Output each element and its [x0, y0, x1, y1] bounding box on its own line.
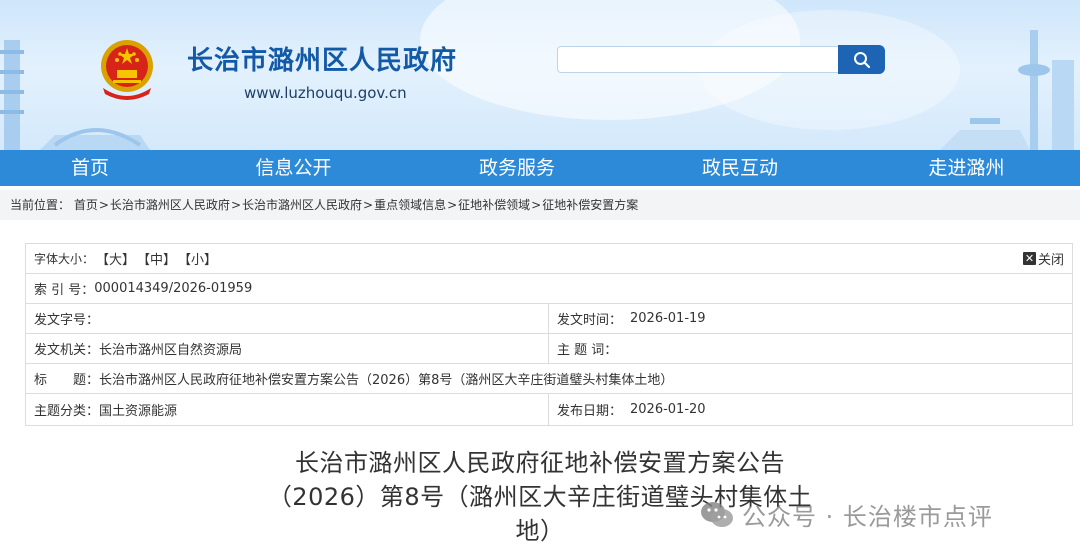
- watermark-text: 公众号 · 长治楼市点评: [742, 503, 993, 531]
- breadcrumb-separator: >: [230, 198, 241, 212]
- nav-item-government-services[interactable]: 政务服务: [407, 150, 627, 186]
- wechat-icon: [701, 501, 733, 527]
- info-row-index: 索 引 号： 000014349/2026-01959: [26, 274, 1072, 304]
- info-row-category: 主题分类： 国土资源能源 发布日期： 2026-01-20: [26, 394, 1072, 425]
- index-value: 000014349/2026-01959: [94, 281, 253, 296]
- close-label: 关闭: [1037, 253, 1064, 268]
- publish-date-label: 发布日期：: [557, 404, 623, 419]
- nav-item-about-luzhou[interactable]: 走进潞州: [853, 150, 1080, 186]
- info-row-doc-no: 发文字号： 发文时间： 2026-01-19: [26, 304, 1072, 334]
- article-title-line: 长治市潞州区人民政府征地补偿安置方案公告: [295, 449, 785, 477]
- nav-item-info-disclosure[interactable]: 信息公开: [180, 150, 407, 186]
- search-icon: [853, 51, 870, 68]
- site-url: www.luzhouqu.gov.cn: [244, 84, 407, 102]
- search-button[interactable]: [838, 45, 885, 74]
- breadcrumb-item[interactable]: 重点领域信息: [374, 198, 446, 212]
- category-label: 主题分类：: [34, 404, 100, 419]
- issue-time-label: 发文时间：: [557, 313, 623, 328]
- breadcrumb-separator: >: [531, 198, 542, 212]
- close-icon: ✕: [1022, 252, 1036, 265]
- breadcrumb-separator: >: [98, 198, 109, 212]
- breadcrumb-prefix: 当前位置：: [10, 198, 71, 212]
- font-large-button[interactable]: 【大】: [96, 249, 135, 268]
- font-size-label: 字体大小：: [34, 252, 95, 266]
- title-value: 长治市潞州区人民政府征地补偿安置方案公告（2026）第8号（潞州区大辛庄街道璧头…: [99, 373, 674, 388]
- issuer-label: 发文机关：: [34, 343, 100, 358]
- breadcrumb-separator: >: [363, 198, 374, 212]
- national-emblem-icon: [101, 40, 153, 100]
- main-nav: 首页 信息公开 政务服务 政民互动 走进潞州: [0, 150, 1080, 186]
- doc-number-label: 发文字号：: [34, 313, 100, 328]
- title-label: 标 题：: [34, 373, 100, 388]
- breadcrumb-item-home[interactable]: 首页: [74, 198, 98, 212]
- info-row-title: 标 题： 长治市潞州区人民政府征地补偿安置方案公告（2026）第8号（潞州区大辛…: [26, 364, 1072, 394]
- breadcrumb-item[interactable]: 长治市潞州区人民政府: [110, 198, 230, 212]
- city-skyline-right: [940, 30, 1074, 150]
- breadcrumb-item-current[interactable]: 征地补偿安置方案: [542, 198, 638, 212]
- font-small-button[interactable]: 【小】: [178, 249, 217, 268]
- document-info-table: 字体大小： 【大】 【中】 【小】 ✕ 关闭 索 引 号： 000014349/…: [25, 243, 1073, 426]
- breadcrumb: 当前位置： 首页>长治市潞州区人民政府>长治市潞州区人民政府>重点领域信息>征地…: [0, 190, 1080, 220]
- index-label: 索 引 号：: [34, 283, 95, 298]
- font-size-row: 字体大小： 【大】 【中】 【小】 ✕ 关闭: [26, 244, 1072, 274]
- breadcrumb-item[interactable]: 征地补偿领域: [458, 198, 530, 212]
- category-value: 国土资源能源: [99, 404, 178, 419]
- site-header: 长治市潞州区人民政府 www.luzhouqu.gov.cn: [0, 0, 1080, 150]
- search-input[interactable]: [557, 46, 839, 73]
- breadcrumb-item[interactable]: 长治市潞州区人民政府: [242, 198, 362, 212]
- publish-date-value: 2026-01-20: [630, 402, 706, 417]
- subject-words-label: 主 题 词：: [557, 343, 618, 358]
- breadcrumb-separator: >: [447, 198, 458, 212]
- info-row-issuer: 发文机关： 长治市潞州区自然资源局 主 题 词：: [26, 334, 1072, 364]
- nav-item-public-interaction[interactable]: 政民互动: [627, 150, 853, 186]
- issuer-value: 长治市潞州区自然资源局: [99, 343, 243, 358]
- close-button[interactable]: ✕ 关闭: [1022, 249, 1064, 268]
- nav-item-home[interactable]: 首页: [0, 150, 180, 186]
- wechat-watermark: 公众号 · 长治楼市点评: [700, 497, 993, 532]
- issue-time-value: 2026-01-19: [630, 311, 706, 326]
- site-title[interactable]: 长治市潞州区人民政府: [187, 40, 457, 77]
- font-medium-button[interactable]: 【中】: [137, 249, 176, 268]
